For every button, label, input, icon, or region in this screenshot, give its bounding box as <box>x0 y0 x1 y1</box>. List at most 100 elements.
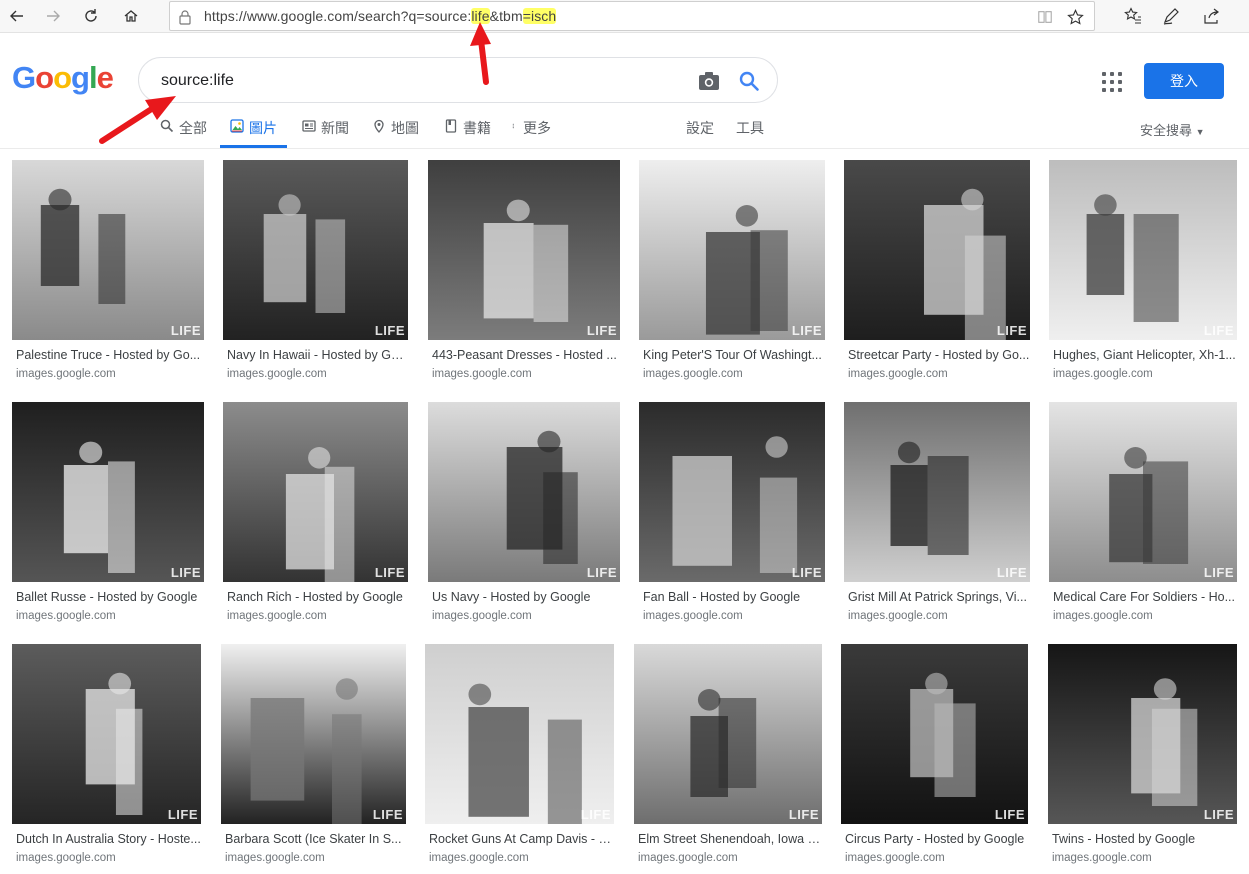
tab-more[interactable]: 更多 <box>512 118 551 148</box>
tools-link[interactable]: 工具 <box>736 118 764 138</box>
image-thumbnail[interactable]: LIFE <box>639 402 825 582</box>
image-result-title[interactable]: 443-Peasant Dresses - Hosted ... <box>432 348 620 362</box>
image-thumbnail[interactable]: LIFE <box>12 644 201 824</box>
url-prefix: https://www.google.com/search?q=source: <box>204 8 472 24</box>
image-thumbnail[interactable]: LIFE <box>841 644 1028 824</box>
image-result-card[interactable]: LIFE Fan Ball - Hosted by Google images.go… <box>639 402 825 632</box>
life-watermark: LIFE <box>586 323 617 338</box>
image-result-card[interactable]: LIFE Navy In Hawaii - Hosted by Go... imag… <box>223 160 408 390</box>
search-small-icon <box>160 119 174 133</box>
image-thumbnail[interactable]: LIFE <box>1049 160 1237 340</box>
image-result-title[interactable]: Ballet Russe - Hosted by Google <box>16 590 204 604</box>
camera-icon[interactable] <box>697 70 721 92</box>
image-thumbnail[interactable]: LIFE <box>12 160 204 340</box>
image-thumbnail[interactable]: LIFE <box>428 160 620 340</box>
image-result-title[interactable]: Fan Ball - Hosted by Google <box>643 590 825 604</box>
favorite-star-icon[interactable] <box>1066 8 1084 26</box>
image-result-title[interactable]: Navy In Hawaii - Hosted by Go... <box>227 348 408 362</box>
life-watermark: LIFE <box>791 565 822 580</box>
image-result-title[interactable]: Rocket Guns At Camp Davis - H... <box>429 832 614 846</box>
image-result-source: images.google.com <box>16 610 116 622</box>
forward-button[interactable] <box>40 4 66 28</box>
safe-search-dropdown[interactable]: 安全搜尋 ▼ <box>1140 120 1205 139</box>
logo-letter: G <box>12 60 36 95</box>
photo-placeholder <box>844 160 1030 340</box>
image-result-card[interactable]: LIFE Streetcar Party - Hosted by Go... ima… <box>844 160 1030 390</box>
refresh-button[interactable] <box>78 4 104 28</box>
tab-images[interactable]: 圖片 <box>220 118 287 148</box>
refresh-icon <box>85 9 97 22</box>
address-bar[interactable]: https://www.google.com/search?q=source:l… <box>169 1 1095 31</box>
image-result-card[interactable]: LIFE Dutch In Australia Story - Hoste... i… <box>12 644 201 874</box>
image-result-source: images.google.com <box>432 368 532 380</box>
image-thumbnail[interactable]: LIFE <box>221 644 406 824</box>
image-result-card[interactable]: LIFE 443-Peasant Dresses - Hosted ... imag… <box>428 160 620 390</box>
image-result-title[interactable]: Twins - Hosted by Google <box>1052 832 1237 846</box>
url-text[interactable]: https://www.google.com/search?q=source:l… <box>204 8 557 24</box>
share-button[interactable] <box>1198 4 1224 28</box>
google-logo[interactable]: Google <box>12 60 114 96</box>
home-button[interactable] <box>118 4 144 28</box>
image-result-card[interactable]: LIFE Circus Party - Hosted by Google image… <box>841 644 1028 874</box>
image-result-source: images.google.com <box>429 852 529 864</box>
image-result-card[interactable]: LIFE King Peter'S Tour Of Washingt... imag… <box>639 160 825 390</box>
favorites-button[interactable] <box>1120 4 1146 28</box>
image-result-title[interactable]: Circus Party - Hosted by Google <box>845 832 1028 846</box>
image-thumbnail[interactable]: LIFE <box>428 402 620 582</box>
tab-books[interactable]: 書籍 <box>444 118 491 148</box>
tab-news[interactable]: 新聞 <box>302 118 349 148</box>
image-result-card[interactable]: LIFE Palestine Truce - Hosted by Go... ima… <box>12 160 204 390</box>
image-result-card[interactable]: LIFE Us Navy - Hosted by Google images.goo… <box>428 402 620 632</box>
image-thumbnail[interactable]: LIFE <box>634 644 822 824</box>
search-input[interactable] <box>161 70 681 92</box>
image-result-title[interactable]: Us Navy - Hosted by Google <box>432 590 620 604</box>
image-thumbnail[interactable]: LIFE <box>844 160 1030 340</box>
image-result-card[interactable]: LIFE Medical Care For Soldiers - Ho... ima… <box>1049 402 1237 632</box>
reading-view-icon[interactable] <box>1036 8 1054 26</box>
image-result-title[interactable]: Streetcar Party - Hosted by Go... <box>848 348 1030 362</box>
search-box[interactable] <box>138 57 778 103</box>
image-thumbnail[interactable]: LIFE <box>1049 402 1237 582</box>
image-result-card[interactable]: LIFE Ranch Rich - Hosted by Google images.… <box>223 402 408 632</box>
search-icon[interactable] <box>737 69 761 93</box>
image-result-source: images.google.com <box>16 852 116 864</box>
settings-link[interactable]: 設定 <box>686 118 714 138</box>
image-thumbnail[interactable]: LIFE <box>844 402 1030 582</box>
image-result-source: images.google.com <box>848 610 948 622</box>
apps-grid-icon[interactable] <box>1101 71 1123 93</box>
sign-in-button[interactable]: 登入 <box>1144 63 1224 99</box>
image-result-title[interactable]: Ranch Rich - Hosted by Google <box>227 590 408 604</box>
image-result-title[interactable]: King Peter'S Tour Of Washingt... <box>643 348 825 362</box>
image-result-card[interactable]: LIFE Ballet Russe - Hosted by Google image… <box>12 402 204 632</box>
image-result-title[interactable]: Medical Care For Soldiers - Ho... <box>1053 590 1237 604</box>
image-result-card[interactable]: LIFE Hughes, Giant Helicopter, Xh-1... ima… <box>1049 160 1237 390</box>
image-result-card[interactable]: LIFE Barbara Scott (Ice Skater In S... ima… <box>221 644 406 874</box>
safe-search-label: 安全搜尋 <box>1140 123 1193 138</box>
tab-all[interactable]: 全部 <box>160 118 207 148</box>
image-result-title[interactable]: Barbara Scott (Ice Skater In S... <box>225 832 406 846</box>
image-thumbnail[interactable]: LIFE <box>12 402 204 582</box>
image-result-source: images.google.com <box>16 368 116 380</box>
image-result-card[interactable]: LIFE Elm Street Shenendoah, Iowa - ... ima… <box>634 644 822 874</box>
photo-placeholder <box>12 402 204 582</box>
image-thumbnail[interactable]: LIFE <box>223 160 408 340</box>
tab-maps[interactable]: 地圖 <box>372 118 419 148</box>
notes-button[interactable] <box>1158 4 1184 28</box>
image-thumbnail[interactable]: LIFE <box>639 160 825 340</box>
life-watermark: LIFE <box>788 807 819 822</box>
image-result-title[interactable]: Hughes, Giant Helicopter, Xh-1... <box>1053 348 1237 362</box>
image-result-source: images.google.com <box>227 610 327 622</box>
tab-books-label: 書籍 <box>463 120 491 136</box>
image-result-title[interactable]: Palestine Truce - Hosted by Go... <box>16 348 204 362</box>
image-thumbnail[interactable]: LIFE <box>223 402 408 582</box>
image-result-card[interactable]: LIFE Twins - Hosted by Google images.googl… <box>1048 644 1237 874</box>
image-result-title[interactable]: Dutch In Australia Story - Hoste... <box>16 832 201 846</box>
back-button[interactable] <box>4 4 30 28</box>
photo-placeholder <box>223 160 408 340</box>
image-result-card[interactable]: LIFE Rocket Guns At Camp Davis - H... imag… <box>425 644 614 874</box>
image-result-title[interactable]: Elm Street Shenendoah, Iowa - ... <box>638 832 822 846</box>
image-thumbnail[interactable]: LIFE <box>1048 644 1237 824</box>
image-thumbnail[interactable]: LIFE <box>425 644 614 824</box>
image-result-title[interactable]: Grist Mill At Patrick Springs, Vi... <box>848 590 1030 604</box>
image-result-card[interactable]: LIFE Grist Mill At Patrick Springs, Vi...… <box>844 402 1030 632</box>
